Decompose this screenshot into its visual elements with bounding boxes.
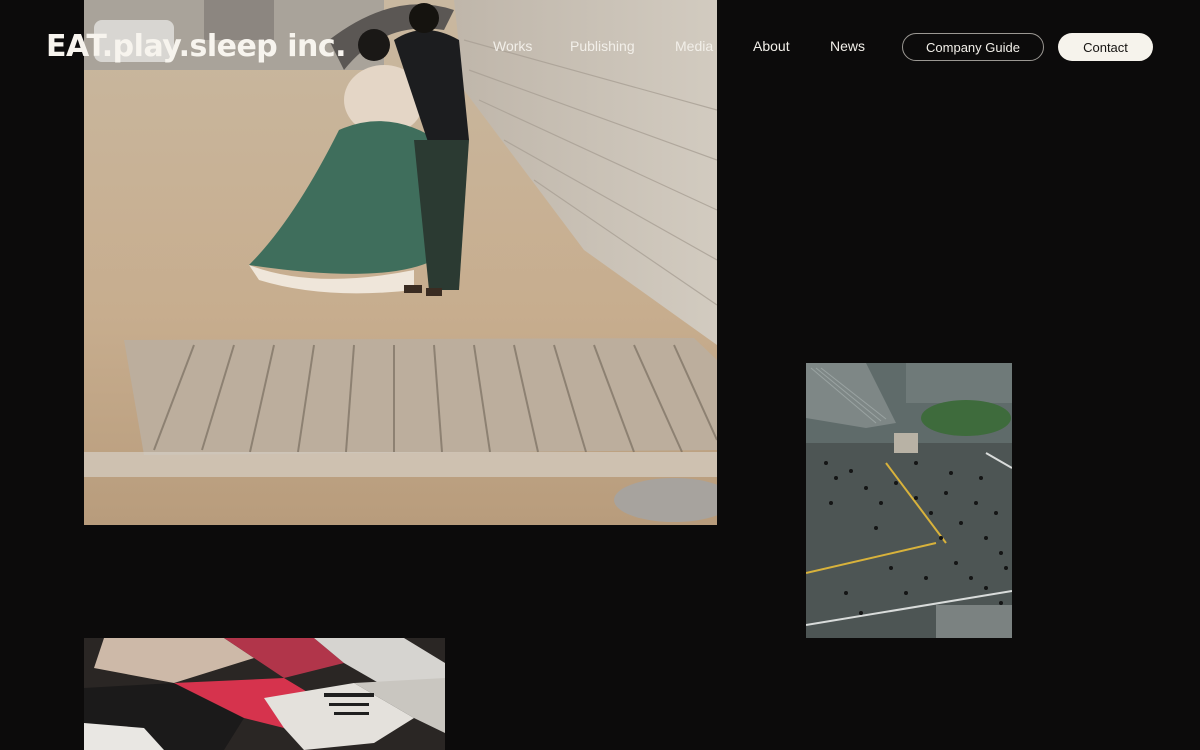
nav-item-works[interactable]: Works (493, 38, 532, 54)
site-header: EAT.play.sleep inc. Works Publishing Med… (0, 0, 1200, 92)
nav-item-media[interactable]: Media (675, 38, 713, 54)
crowd-crossing-illustration (806, 363, 1012, 638)
company-guide-button[interactable]: Company Guide (902, 33, 1044, 61)
books-illustration (84, 638, 445, 750)
nav-item-about[interactable]: About (753, 38, 790, 54)
contact-button[interactable]: Contact (1058, 33, 1153, 61)
nav-item-publishing[interactable]: Publishing (570, 38, 635, 54)
crowd-crossing-photo[interactable] (806, 363, 1012, 638)
nav-item-news[interactable]: News (830, 38, 865, 54)
books-photo[interactable] (84, 638, 445, 750)
